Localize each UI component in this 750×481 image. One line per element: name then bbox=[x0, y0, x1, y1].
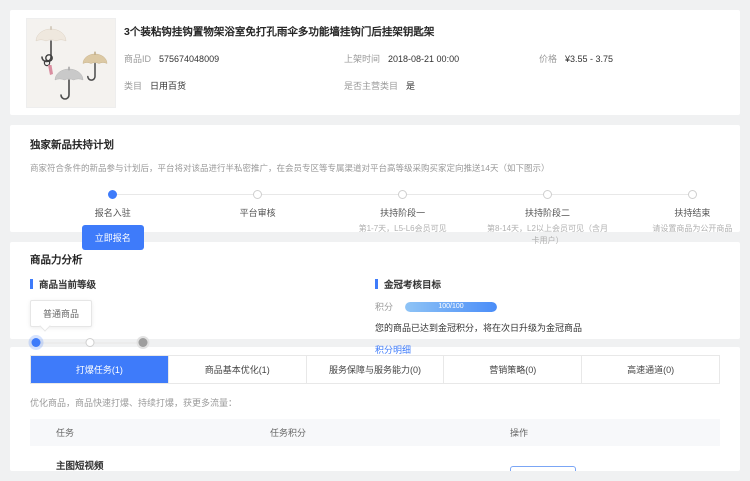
section-marker bbox=[30, 279, 33, 289]
product-card: 3个装粘钩挂钩置物架浴室免打孔雨伞多功能墙挂钩门后挂架钥匙架 商品ID57567… bbox=[10, 10, 740, 115]
field-price: 价格¥3.55 - 3.75 bbox=[539, 52, 724, 65]
signup-button[interactable]: 立即报名 bbox=[82, 225, 144, 250]
step-end: 扶持结束 请设置商品为公开商品 bbox=[622, 190, 750, 235]
support-plan-title: 独家新品扶持计划 bbox=[30, 137, 720, 152]
step-dot-icon bbox=[688, 190, 697, 199]
step-phase-2: 扶持阶段二 第8-14天，L2以上会员可见（含月卡用户） bbox=[478, 190, 618, 247]
task-cell: 主图短视频 【运营建议】商品无主图短视频，影响商品点击转化，建议您立即上传主图短… bbox=[30, 458, 270, 471]
step-dot-icon bbox=[543, 190, 552, 199]
analysis-title: 商品力分析 bbox=[30, 252, 720, 267]
step-review: 平台审核 bbox=[188, 190, 328, 219]
crown-goal-heading: 金冠考核目标 bbox=[375, 277, 720, 291]
score-progress-bar: 100/100 bbox=[405, 302, 497, 312]
level-dot-current-icon bbox=[32, 338, 41, 347]
level-slider bbox=[32, 338, 147, 347]
score-row: 积分 100/100 bbox=[375, 300, 720, 313]
optimize-now-button[interactable]: 立即优化 bbox=[510, 466, 576, 471]
step-dot-icon bbox=[398, 190, 407, 199]
tab-fast-channel[interactable]: 高速通道(0) bbox=[581, 356, 719, 383]
task-score: 2 bbox=[270, 458, 510, 471]
step-phase-1: 扶持阶段一 第1-7天，L5-L6会员可见 bbox=[333, 190, 473, 235]
task-name: 主图短视频 bbox=[56, 458, 270, 471]
goal-message: 您的商品已达到金冠积分，将在次日升级为金冠商品 bbox=[375, 321, 720, 334]
current-level-panel: 商品当前等级 普通商品 bbox=[30, 277, 375, 356]
table-row: 主图短视频 【运营建议】商品无主图短视频，影响商品点击转化，建议您立即上传主图短… bbox=[30, 446, 720, 471]
crown-goal-panel: 金冠考核目标 积分 100/100 您的商品已达到金冠积分，将在次日升级为金冠商… bbox=[375, 277, 720, 356]
current-level-heading: 商品当前等级 bbox=[30, 277, 375, 291]
level-dot-icon bbox=[85, 338, 94, 347]
score-progress-fill: 100/100 bbox=[405, 302, 497, 312]
step-dot-active-icon bbox=[108, 190, 117, 199]
product-info: 3个装粘钩挂钩置物架浴室免打孔雨伞多功能墙挂钩门后挂架钥匙架 商品ID57567… bbox=[124, 18, 724, 107]
task-table: 任务 任务积分 操作 主图短视频 【运营建议】商品无主图短视频，影响商品点击转化… bbox=[30, 419, 720, 471]
task-action-cell: 立即优化 bbox=[510, 458, 720, 471]
step-signup: 报名入驻 立即报名 bbox=[43, 190, 183, 250]
tasks-card: 打爆任务(1) 商品基本优化(1) 服务保障与服务能力(0) 营销策略(0) 高… bbox=[10, 347, 740, 471]
support-plan-description: 商家符合条件的新品参与计划后，平台将对该品进行半私密推广，在会员专区等专属渠道对… bbox=[30, 162, 720, 174]
level-tooltip: 普通商品 bbox=[30, 300, 92, 327]
tab-service-capability[interactable]: 服务保障与服务能力(0) bbox=[306, 356, 444, 383]
support-plan-stepper: 报名入驻 立即报名 平台审核 扶持阶段一 第1-7天，L5-L6会员可见 扶持阶… bbox=[30, 190, 720, 252]
tab-marketing-strategy[interactable]: 营销策略(0) bbox=[443, 356, 581, 383]
analysis-card: 商品力分析 商品当前等级 普通商品 金冠考核目标 bbox=[10, 242, 740, 339]
task-tabs: 打爆任务(1) 商品基本优化(1) 服务保障与服务能力(0) 营销策略(0) 高… bbox=[30, 355, 720, 384]
umbrella-hooks-photo bbox=[27, 19, 115, 107]
tab-basic-optimization[interactable]: 商品基本优化(1) bbox=[168, 356, 306, 383]
level-dot-icon bbox=[139, 338, 148, 347]
score-detail-link[interactable]: 积分明细 bbox=[375, 343, 411, 356]
product-title: 3个装粘钩挂钩置物架浴室免打孔雨伞多功能墙挂钩门后挂架钥匙架 bbox=[124, 24, 724, 39]
product-fields: 商品ID575674048009 上架时间2018-08-21 00:00 价格… bbox=[124, 52, 724, 92]
table-header: 任务 任务积分 操作 bbox=[30, 419, 720, 446]
field-listing-time: 上架时间2018-08-21 00:00 bbox=[344, 52, 539, 65]
page: 3个装粘钩挂钩置物架浴室免打孔雨伞多功能墙挂钩门后挂架钥匙架 商品ID57567… bbox=[0, 0, 750, 481]
step-dot-icon bbox=[253, 190, 262, 199]
field-product-id: 商品ID575674048009 bbox=[124, 52, 344, 65]
tasks-hint: 优化商品，商品快速打爆、持续打爆，获更多流量： bbox=[30, 396, 720, 409]
support-plan-card: 独家新品扶持计划 商家符合条件的新品参与计划后，平台将对该品进行半私密推广，在会… bbox=[10, 125, 740, 232]
tab-burst-tasks[interactable]: 打爆任务(1) bbox=[31, 356, 168, 383]
product-image bbox=[26, 18, 116, 108]
field-category: 类目日用百货 bbox=[124, 79, 344, 92]
section-marker bbox=[375, 279, 378, 289]
field-main-category: 是否主营类目是 bbox=[344, 79, 539, 92]
